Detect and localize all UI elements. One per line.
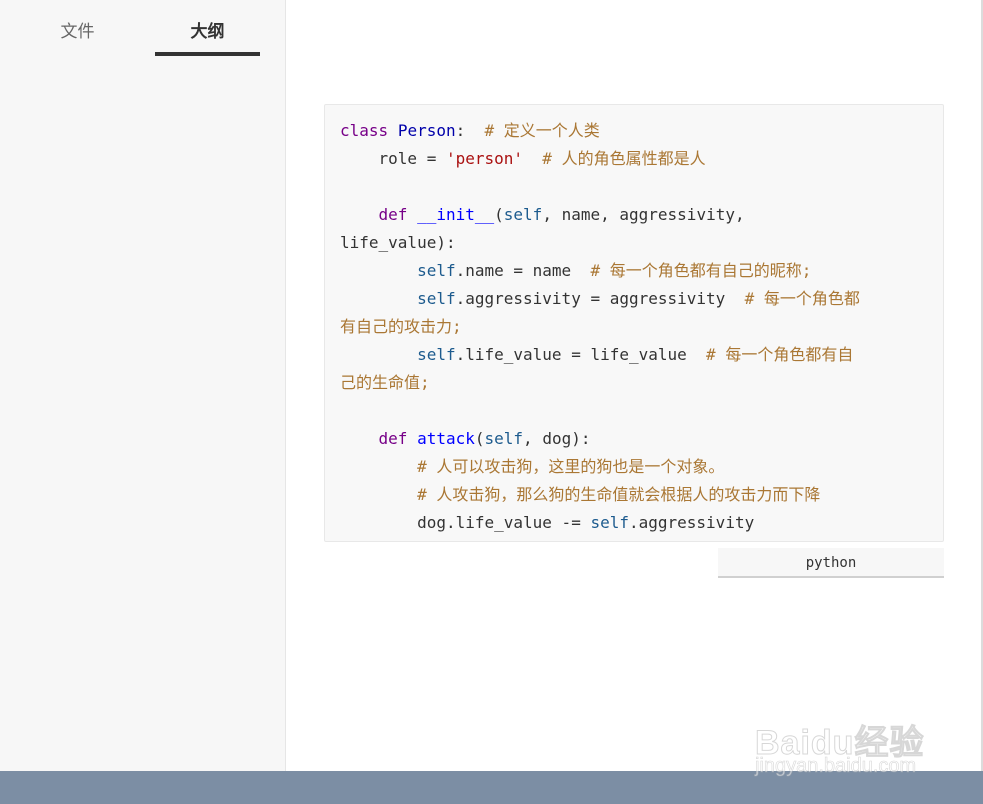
code-line: # 人可以攻击狗，这里的狗也是一个对象。 — [417, 457, 725, 476]
code-line: self.aggressivity = aggressivity # 每一个角色… — [417, 289, 860, 308]
code-line: # 人攻击狗，那么狗的生命值就会根据人的攻击力而下降 — [417, 485, 821, 504]
baidu-jingyan-watermark: Baidu经验 jingyan.baidu.com — [754, 695, 935, 778]
code-language-selector[interactable]: python — [718, 548, 944, 578]
code-line: role = 'person' # 人的角色属性都是人 — [340, 149, 706, 168]
tab-outline-label: 大纲 — [190, 22, 225, 42]
code-line: 己的生命值; — [340, 373, 430, 392]
code-content: class Person: # 定义一个人类 role = 'person' #… — [340, 117, 928, 537]
code-line: life_value): — [340, 233, 456, 252]
code-line: self.life_value = life_value # 每一个角色都有自 — [417, 345, 854, 364]
code-line: self.name = name # 每一个角色都有自己的昵称; — [417, 261, 812, 280]
tab-files[interactable]: 文件 — [30, 18, 125, 56]
code-line: class Person: # 定义一个人类 — [340, 121, 600, 140]
active-tab-indicator — [155, 52, 260, 56]
tab-outline[interactable]: 大纲 — [155, 18, 260, 56]
code-line: 有自己的攻击力; — [340, 317, 462, 336]
sidebar: 文件 大纲 — [0, 0, 286, 771]
code-line: def attack(self, dog): — [378, 429, 591, 448]
watermark-url: jingyan.baidu.com — [755, 755, 917, 778]
code-line: def __init__(self, name, aggressivity, — [378, 205, 745, 224]
code-line: dog.life_value -= self.aggressivity — [340, 513, 755, 532]
tab-files-label: 文件 — [60, 22, 95, 42]
code-block[interactable]: class Person: # 定义一个人类 role = 'person' #… — [324, 104, 944, 542]
